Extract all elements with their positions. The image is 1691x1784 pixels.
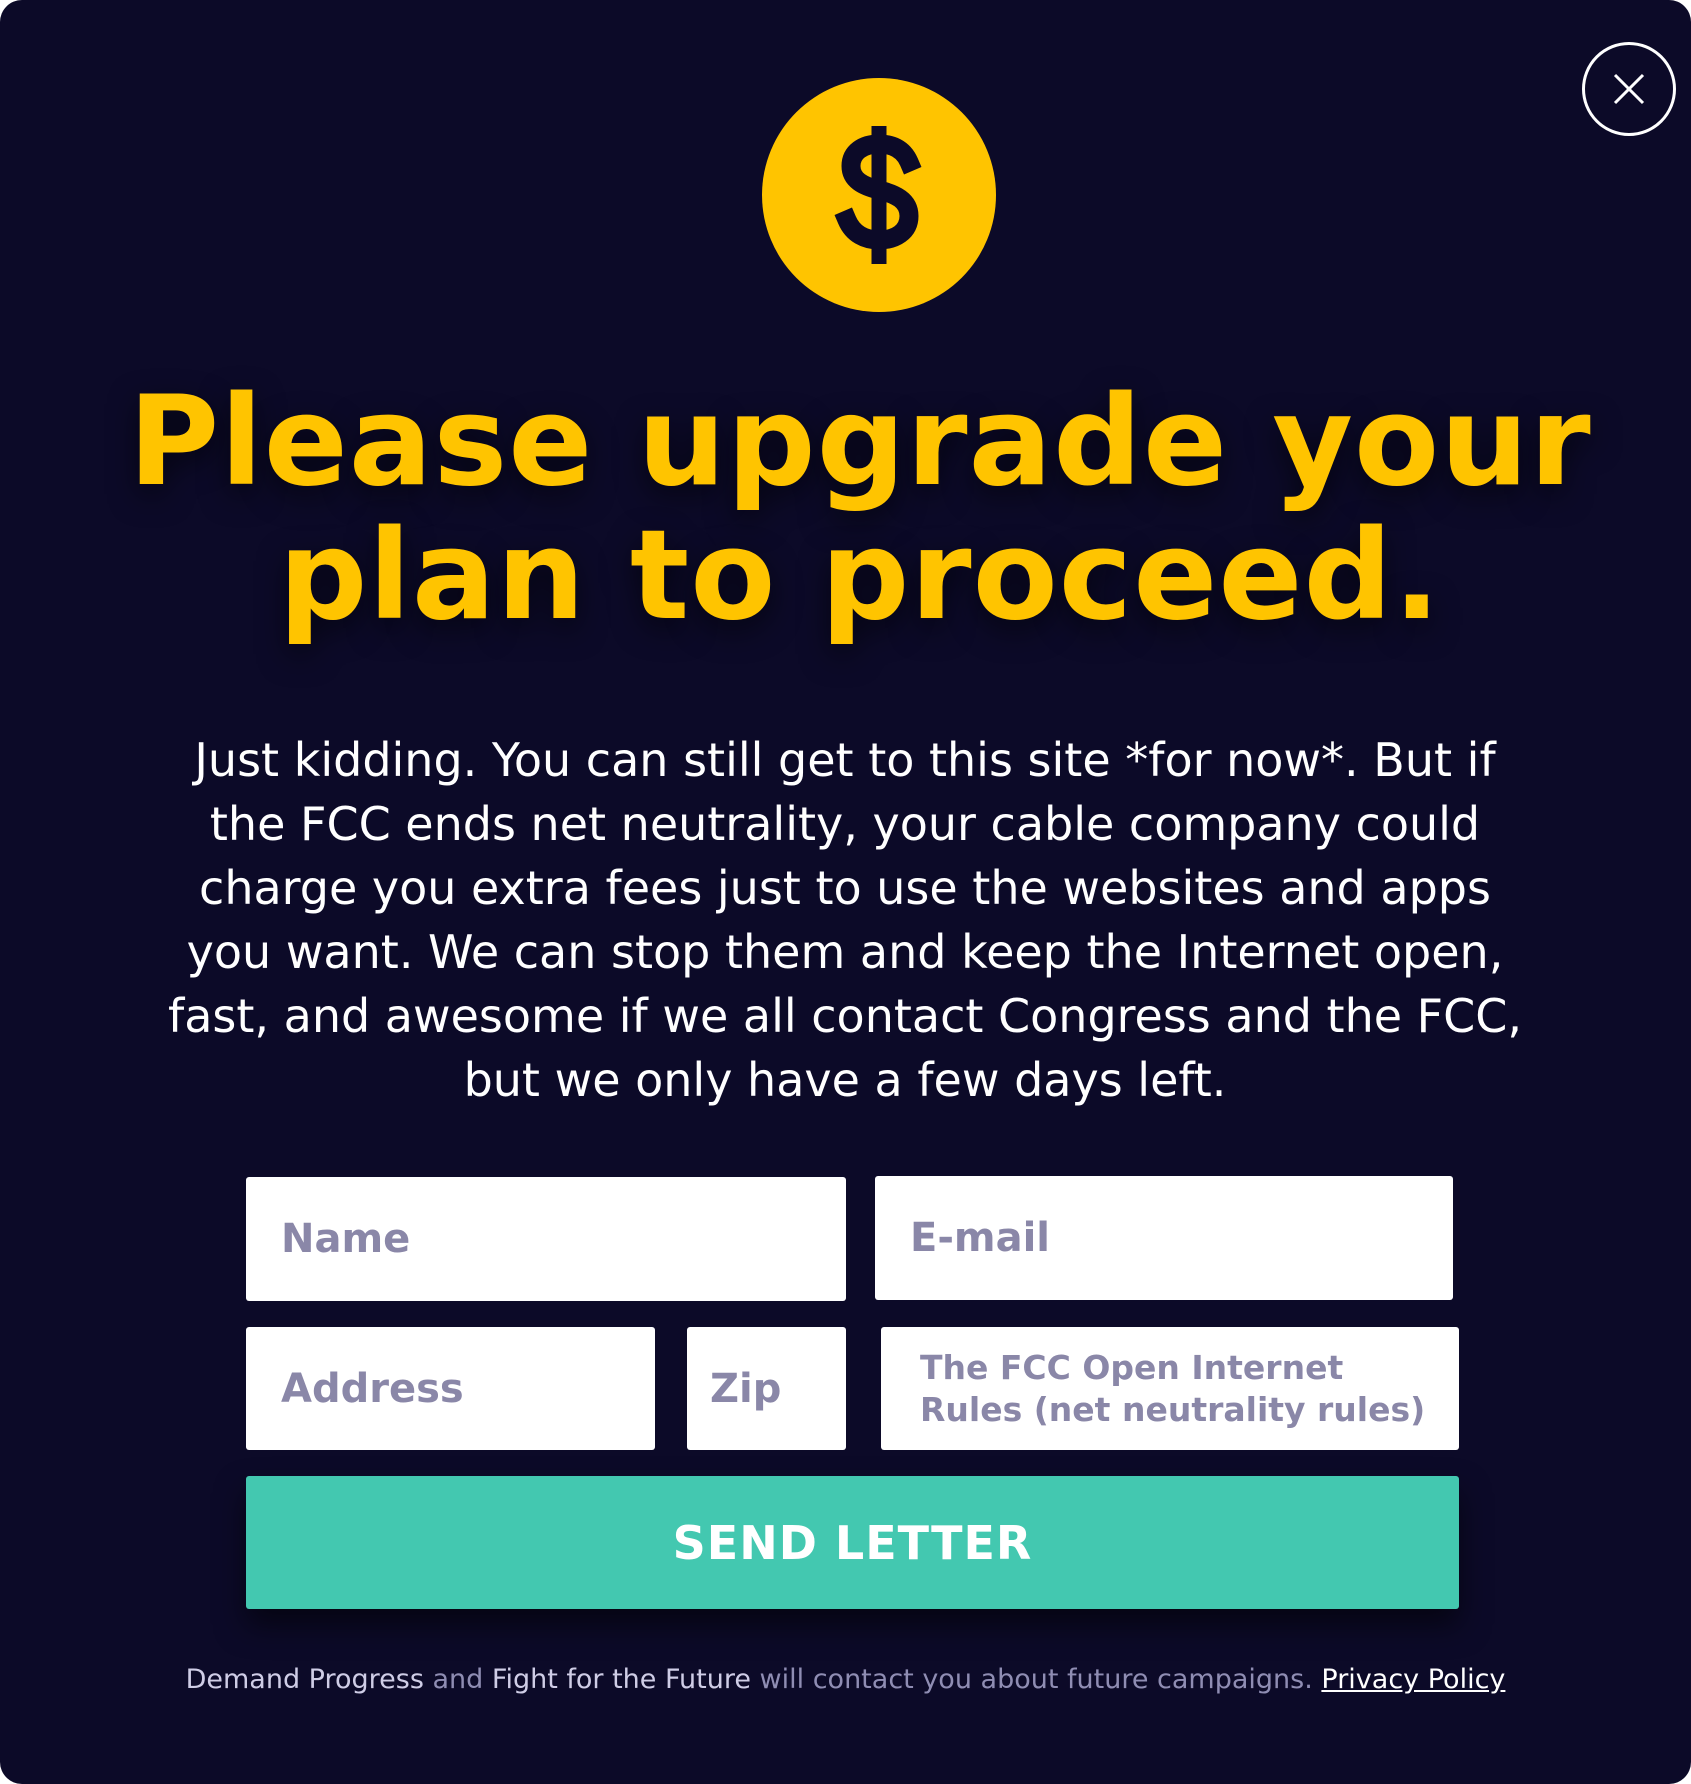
send-letter-button[interactable]: SEND LETTER bbox=[246, 1476, 1459, 1609]
footer-text: will contact you about future campaigns. bbox=[750, 1664, 1322, 1695]
upgrade-modal: Please upgrade your plan to proceed. Jus… bbox=[0, 0, 1691, 1784]
subject-field[interactable]: The FCC Open Internet Rules (net neutral… bbox=[881, 1327, 1459, 1450]
org-fight-for-the-future: Fight for the Future bbox=[491, 1664, 751, 1695]
footer-and: and bbox=[423, 1664, 492, 1695]
zip-field[interactable]: Zip bbox=[687, 1327, 846, 1450]
body-text: Just kidding. You can still get to this … bbox=[168, 733, 1522, 1107]
dollar-sign-icon bbox=[834, 126, 922, 264]
privacy-policy-link[interactable]: Privacy Policy bbox=[1321, 1664, 1505, 1695]
dollar-coin-icon bbox=[762, 78, 996, 312]
close-icon bbox=[1613, 73, 1645, 105]
address-placeholder: Address bbox=[281, 1365, 464, 1412]
headline: Please upgrade your plan to proceed. bbox=[128, 370, 1592, 648]
footer-disclaimer: Demand Progress and Fight for the Future… bbox=[120, 1660, 1571, 1700]
zip-placeholder: Zip bbox=[710, 1365, 782, 1412]
address-field[interactable]: Address bbox=[246, 1327, 655, 1450]
name-field[interactable]: Name bbox=[246, 1177, 846, 1301]
org-demand-progress: Demand Progress bbox=[185, 1664, 424, 1695]
name-placeholder: Name bbox=[281, 1216, 411, 1262]
close-button[interactable] bbox=[1582, 42, 1676, 136]
email-placeholder: E-mail bbox=[910, 1215, 1051, 1261]
email-field[interactable]: E-mail bbox=[875, 1176, 1453, 1300]
subject-value: The FCC Open Internet Rules (net neutral… bbox=[920, 1347, 1426, 1429]
